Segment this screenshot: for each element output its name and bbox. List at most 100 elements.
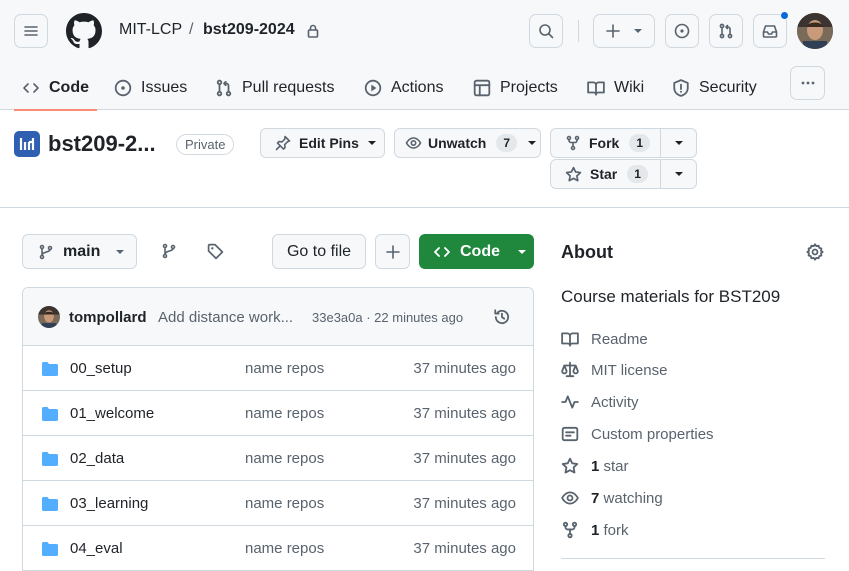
caret-down-icon [674,172,683,176]
branch-icon [162,243,176,259]
file-commit-message[interactable]: name repos [245,360,324,377]
file-updated-time: 37 minutes ago [413,360,516,377]
fork-dropdown-button[interactable] [660,128,697,158]
code-button[interactable]: Code [419,234,534,269]
star-label: Star [590,166,618,182]
visibility-badge: Private [176,134,235,155]
avatar[interactable] [38,306,60,328]
branch-name: main [63,242,101,260]
branch-icon [39,244,53,259]
pin-icon [275,135,291,151]
eye-icon [405,137,422,149]
file-updated-time: 37 minutes ago [413,405,516,422]
forks-stat: 1 fork [591,522,629,539]
issues-button[interactable] [665,14,699,48]
stars-link[interactable]: 1 star [561,455,629,477]
tab-label: Wiki [614,79,645,96]
star-counter: 1 [627,165,648,183]
file-name[interactable]: 01_welcome [70,405,154,422]
code-icon [434,246,450,257]
file-name[interactable]: 02_data [70,450,124,467]
code-icon [23,83,39,93]
folder-icon-wrap [41,496,59,512]
file-commit-message[interactable]: name repos [245,450,324,467]
readme-label: Readme [591,330,648,348]
caret-down-icon [528,141,537,145]
tab-label: Security [699,79,757,96]
divider [561,558,825,559]
table-row[interactable]: 00_setup name repos 37 minutes ago [23,346,533,391]
go-to-file-button[interactable]: Go to file [272,234,366,269]
table-row[interactable]: 04_eval name repos 37 minutes ago [23,526,533,571]
file-table: tompollard Add distance work... 33e3a0a … [22,287,534,571]
tab-pull-requests[interactable]: Pull requests [215,66,335,110]
edit-pins-button[interactable]: Edit Pins [260,128,385,158]
repo-title[interactable]: bst209-2... [48,131,156,157]
watching-label: watching [603,489,663,507]
book-icon [587,81,605,96]
tab-label: Projects [500,79,558,96]
about-settings-button[interactable] [806,243,824,261]
tab-label: Actions [391,79,444,96]
commit-message[interactable]: Add distance work... [158,309,293,326]
github-logo[interactable] [66,13,102,49]
branches-button[interactable] [161,243,177,259]
tag-icon [207,243,224,260]
history-button[interactable] [493,308,511,326]
custom-properties-link[interactable]: Custom properties [561,423,714,445]
table-row[interactable]: 01_welcome name repos 37 minutes ago [23,391,533,436]
table-row[interactable]: 03_learning name repos 37 minutes ago [23,481,533,526]
file-commit-message[interactable]: name repos [245,405,324,422]
custom-properties-label: Custom properties [591,425,714,443]
watchers-link[interactable]: 7 watching [561,487,663,509]
repo-link[interactable]: bst209-2024 [203,21,295,39]
eye-icon [561,491,579,505]
folder-icon-wrap [41,451,59,467]
unwatch-button[interactable]: Unwatch 7 [394,128,541,158]
readme-link[interactable]: Readme [561,328,648,350]
tab-actions[interactable]: Actions [364,66,443,110]
file-name[interactable]: 03_learning [70,495,148,512]
branch-selector[interactable]: main [22,234,137,269]
tab-projects[interactable]: Projects [473,66,558,110]
tab-wiki[interactable]: Wiki [587,66,644,110]
star-dropdown-button[interactable] [660,159,697,189]
commit-author[interactable]: tompollard [69,309,147,326]
file-commit-message[interactable]: name repos [245,540,324,557]
add-file-button[interactable] [375,234,410,269]
activity-link[interactable]: Activity [561,391,639,413]
tags-button[interactable] [207,243,224,260]
folder-icon-wrap [41,361,59,377]
tab-issues[interactable]: Issues [114,66,187,110]
caret-down-icon [116,249,125,254]
caret-down-icon [367,141,376,145]
commit-hash-time[interactable]: 33e3a0a · 22 minutes ago [312,310,463,325]
law-icon [561,361,579,378]
more-tabs-button[interactable] [790,66,825,100]
note-icon [561,426,579,442]
search-button[interactable] [529,14,563,48]
org-link[interactable]: MIT-LCP [119,21,182,39]
caret-down-icon [674,141,683,145]
unwatch-label: Unwatch [428,135,487,151]
plus-icon [385,244,400,259]
create-new-button[interactable] [593,14,655,48]
tab-security[interactable]: Security [672,66,757,110]
user-avatar[interactable] [797,13,833,49]
menu-button[interactable] [14,14,48,48]
tab-code[interactable]: Code [14,66,97,111]
table-row[interactable]: 02_data name repos 37 minutes ago [23,436,533,481]
fork-button[interactable]: Fork 1 [550,128,661,158]
star-button[interactable]: Star 1 [550,159,661,189]
pull-requests-button[interactable] [709,14,743,48]
forks-link[interactable]: 1 fork [561,519,629,541]
folder-icon [42,407,58,421]
fork-counter: 1 [629,134,651,152]
file-name[interactable]: 00_setup [70,360,132,377]
folder-icon [42,452,58,466]
file-name[interactable]: 04_eval [70,540,123,557]
folder-icon [42,497,58,511]
stars-count: 1 [591,457,600,475]
file-commit-message[interactable]: name repos [245,495,324,512]
license-link[interactable]: MIT license [561,359,667,381]
